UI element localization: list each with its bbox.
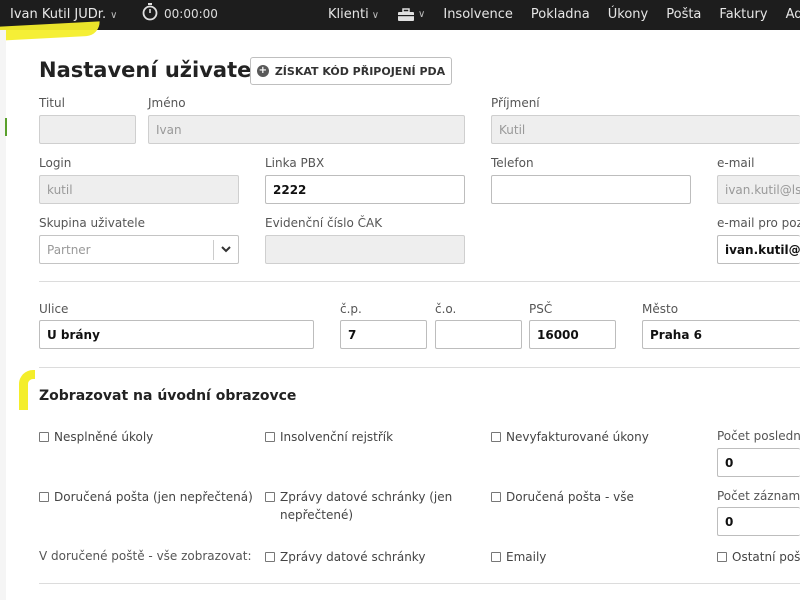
nav-label: Klienti [328,7,369,22]
checkbox-ostatni-posta[interactable]: Ostatní pošt [717,548,800,566]
chevron-down-icon: ∨ [418,9,426,20]
nav-posta[interactable]: Pošta [666,7,701,22]
divider [39,367,800,368]
email-pozvanky-label: e-mail pro pozv [717,216,800,230]
checkbox-label: Insolvenční rejstřík [280,430,394,444]
nav-adresar[interactable]: Adre [786,7,800,22]
ulice-input[interactable]: U brány [39,320,314,349]
checkbox-label: Ostatní pošt [732,550,800,564]
left-indicator [5,118,7,136]
select-divider [213,240,214,260]
mesto-input[interactable]: Praha 6 [642,320,800,349]
checkbox-box[interactable] [717,552,727,562]
get-pda-code-button[interactable]: + ZÍSKAT KÓD PŘIPOJENÍ PDA [250,57,452,85]
checkbox-emaily[interactable]: Emaily [491,548,546,566]
checkbox-label: Nevyfakturované úkony [506,430,649,444]
section-title: Zobrazovat na úvodní obrazovce [39,388,297,404]
linka-label: Linka PBX [265,156,325,170]
linka-pbx-input[interactable]: 2222 [265,175,465,204]
pocet-zaznamu-input[interactable]: 0 [717,507,800,536]
divider [39,281,800,282]
telefon-label: Telefon [491,156,534,170]
nav-ukony[interactable]: Úkony [608,7,648,22]
jmeno-input[interactable]: Ivan [148,115,465,144]
checkbox-nesplnene-ukoly[interactable]: Nesplněné úkoly [39,428,153,446]
checkbox-insolvencni-rejstrik[interactable]: Insolvenční rejstřík [265,428,393,446]
cp-input[interactable]: 7 [340,320,427,349]
jmeno-label: Jméno [148,96,186,110]
email-input[interactable]: ivan.kutil@ls [717,175,800,204]
co-label: č.o. [435,302,457,316]
page-title: Nastavení uživatele [39,58,273,82]
checkbox-box[interactable] [39,492,49,502]
user-name: Ivan Kutil JUDr. [10,7,107,22]
checkbox-dorucena-vse[interactable]: Doručená pošta - vše [491,488,634,506]
left-edge [0,30,6,600]
pocet-poslednich-input[interactable]: 0 [717,448,800,477]
email-label: e-mail [717,156,755,170]
v-dorucene-label: V doručené poště - vše zobrazovat: [39,549,252,563]
psc-label: PSČ [529,302,553,316]
ulice-label: Ulice [39,302,69,316]
checkbox-label: Zprávy datové schránky [280,550,426,564]
nav-faktury[interactable]: Faktury [719,7,767,22]
checkbox-box[interactable] [491,552,501,562]
checkbox-label: Doručená pošta (jen nepřečtená) [54,490,253,504]
checkbox-box[interactable] [491,432,501,442]
user-menu[interactable]: Ivan Kutil JUDr. ∨ [10,7,117,22]
nav-briefcase[interactable]: ∨ [397,7,425,22]
skupina-value: Partner [47,242,91,257]
psc-input[interactable]: 16000 [529,320,616,349]
nav-insolvence[interactable]: Insolvence [443,7,513,22]
titul-label: Titul [39,96,65,110]
checkbox-box[interactable] [265,492,275,502]
checkbox-label: Zprávy datové schránky (jen nepřečtené) [280,490,453,522]
checkbox-zpravy-neprectene[interactable]: Zprávy datové schránky (jen nepřečtené) [265,488,465,524]
checkbox-box[interactable] [265,432,275,442]
checkbox-box[interactable] [39,432,49,442]
checkbox-nevyfakturovane[interactable]: Nevyfakturované úkony [491,428,649,446]
checkbox-box[interactable] [265,552,275,562]
cak-label: Evidenční číslo ČAK [265,216,383,230]
pda-button-label: ZÍSKAT KÓD PŘIPOJENÍ PDA [274,64,446,78]
top-navigation-bar: Ivan Kutil JUDr. ∨ 00:00:00 Klienti ∨ ∨ In… [0,0,800,30]
stopwatch-icon [142,3,158,21]
telefon-input[interactable] [491,175,691,204]
checkbox-box[interactable] [491,492,501,502]
checkbox-label: Doručená pošta - vše [506,490,634,504]
divider [39,583,800,584]
checkbox-label: Nesplněné úkoly [54,430,154,444]
login-label: Login [39,156,72,170]
checkbox-zpravy-datove-schranky[interactable]: Zprávy datové schránky [265,548,425,566]
checkbox-label: Emaily [506,550,547,564]
chevron-down-icon [221,246,231,253]
prijmeni-input[interactable]: Kutil [491,115,800,144]
chevron-down-icon: ∨ [371,10,380,21]
main-nav: Klienti ∨ ∨ Insolvence Pokladna Úkony Poš… [328,7,800,22]
titul-input[interactable] [39,115,136,144]
skupina-select[interactable]: Partner [39,235,239,264]
nav-pokladna[interactable]: Pokladna [531,7,590,22]
checkbox-dorucena-neprectena[interactable]: Doručená pošta (jen nepřečtená) [39,488,253,506]
login-input[interactable]: kutil [39,175,239,204]
prijmeni-label: Příjmení [491,96,540,110]
nav-klienti[interactable]: Klienti ∨ [328,7,379,22]
email-pozvanky-input[interactable]: ivan.kutil@ls [717,235,800,264]
pocet-poslednich-label: Počet posledníc [717,429,800,443]
plus-circle-icon: + [256,65,269,77]
timer[interactable]: 00:00:00 [142,3,218,21]
pocet-zaznamu-label: Počet záznamů [717,489,800,503]
cak-input[interactable] [265,235,465,264]
skupina-label: Skupina uživatele [39,216,146,230]
cp-label: č.p. [340,302,362,316]
briefcase-icon [398,7,415,21]
timer-value: 00:00:00 [164,6,218,21]
mesto-label: Město [642,302,679,316]
co-input[interactable] [435,320,522,349]
chevron-down-icon: ∨ [110,10,118,21]
yellow-highlight-mark [19,370,35,410]
